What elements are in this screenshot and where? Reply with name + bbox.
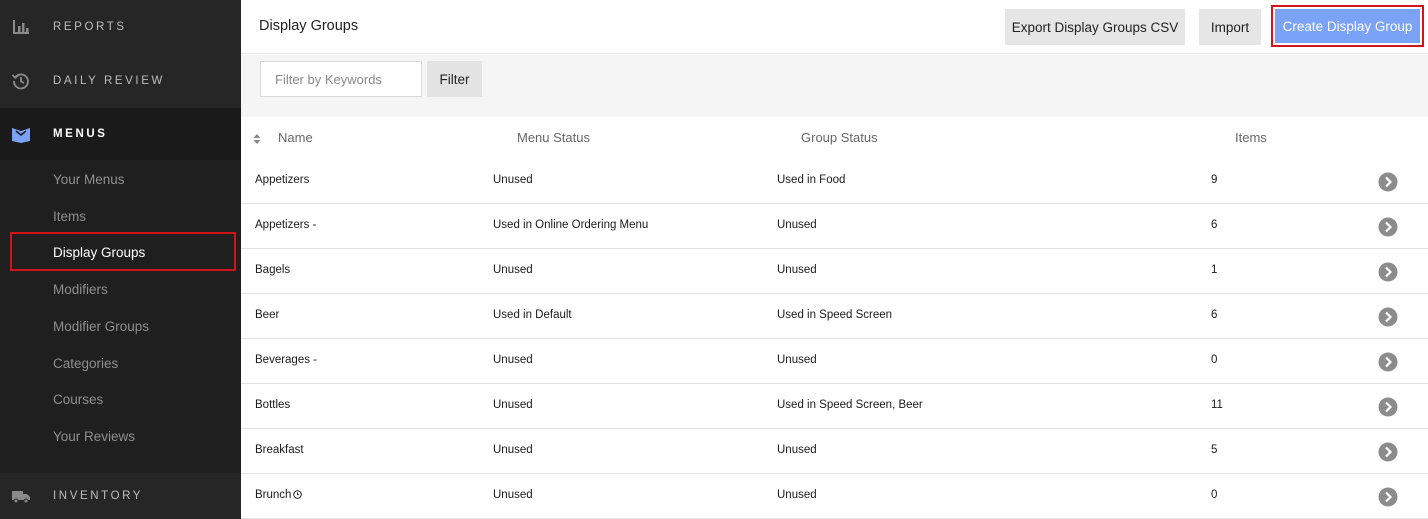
top-bar: Display Groups Export Display Groups CSV… [241, 0, 1428, 54]
row-group-status: Used in Food [777, 174, 846, 186]
row-menu-status: Used in Default [493, 309, 572, 321]
row-menu-status: Unused [493, 264, 533, 276]
table-row[interactable]: Beverages - Unused Unused 0 [241, 339, 1428, 384]
row-menu-status: Used in Online Ordering Menu [493, 219, 649, 231]
sidebar-item-modifiers[interactable]: Modifiers [53, 282, 108, 297]
chevron-right-icon[interactable] [1378, 262, 1398, 282]
nav-inventory[interactable]: INVENTORY [0, 473, 241, 519]
active-item-highlight [10, 232, 236, 271]
table-row[interactable]: Bottles Unused Used in Speed Screen, Bee… [241, 384, 1428, 429]
row-name: Bottles [255, 399, 291, 411]
sidebar-item-your-menus[interactable]: Your Menus [53, 172, 125, 187]
row-items-count: 11 [1211, 399, 1223, 411]
row-menu-status: Unused [493, 489, 533, 501]
row-items-count: 5 [1211, 444, 1218, 456]
sort-icon[interactable] [253, 132, 261, 144]
nav-menus[interactable]: MENUS [0, 108, 241, 160]
table-row[interactable]: Beer Used in Default Used in Speed Scree… [241, 294, 1428, 339]
clock-icon [293, 490, 303, 499]
table-row[interactable]: Appetizers Unused Used in Food 9 [241, 159, 1428, 204]
nav-reports[interactable]: REPORTS [0, 0, 241, 54]
column-header-name[interactable]: Name [278, 130, 313, 145]
row-name: Breakfast [255, 444, 304, 456]
create-button-highlight: Create Display Group [1271, 5, 1424, 47]
table-row[interactable]: Brunch Unused Unused 0 [241, 474, 1428, 519]
filter-button[interactable]: Filter [427, 61, 482, 97]
row-name-wrap: Brunch [255, 489, 303, 501]
nav-reports-label: REPORTS [53, 21, 127, 33]
filter-bar: Filter [241, 55, 1428, 117]
row-items-count: 0 [1211, 354, 1218, 366]
row-menu-status: Unused [493, 399, 533, 411]
row-items-count: 0 [1211, 489, 1218, 501]
row-items-count: 6 [1211, 219, 1218, 231]
export-csv-button[interactable]: Export Display Groups CSV [1005, 9, 1185, 45]
table-header: Name Menu Status Group Status Items [241, 117, 1428, 159]
row-menu-status: Unused [493, 354, 533, 366]
create-display-group-button[interactable]: Create Display Group [1275, 9, 1420, 43]
row-group-status: Unused [777, 264, 817, 276]
chevron-right-icon[interactable] [1378, 352, 1398, 372]
bar-chart-icon [11, 17, 31, 37]
chevron-right-icon[interactable] [1378, 397, 1398, 417]
sidebar-item-modifier-groups[interactable]: Modifier Groups [53, 319, 149, 334]
row-group-status: Unused [777, 444, 817, 456]
chevron-right-icon[interactable] [1378, 217, 1398, 237]
sidebar: REPORTS DAILY REVIEW MENUS Your Menus It… [0, 0, 241, 519]
row-items-count: 6 [1211, 309, 1218, 321]
row-name: Beer [255, 309, 280, 321]
row-name: Bagels [255, 264, 291, 276]
main-content: Display Groups Export Display Groups CSV… [241, 0, 1428, 519]
import-button[interactable]: Import [1199, 9, 1261, 45]
page-title: Display Groups [259, 18, 359, 34]
row-items-count: 1 [1211, 264, 1218, 276]
row-name: Appetizers - [255, 219, 317, 231]
row-group-status: Unused [777, 354, 817, 366]
truck-icon [11, 486, 31, 506]
nav-daily-review[interactable]: DAILY REVIEW [0, 54, 241, 108]
row-name: Appetizers [255, 174, 310, 186]
chevron-right-icon[interactable] [1378, 487, 1398, 507]
chevron-right-icon[interactable] [1378, 307, 1398, 327]
nav-inventory-label: INVENTORY [53, 490, 144, 502]
table-row[interactable]: Bagels Unused Unused 1 [241, 249, 1428, 294]
row-group-status: Unused [777, 219, 817, 231]
column-header-menu-status: Menu Status [517, 130, 590, 145]
row-group-status: Unused [777, 489, 817, 501]
sidebar-item-categories[interactable]: Categories [53, 356, 118, 371]
row-name: Beverages - [255, 354, 318, 366]
row-menu-status: Unused [493, 444, 533, 456]
table-row[interactable]: Breakfast Unused Unused 5 [241, 429, 1428, 474]
history-icon [11, 71, 31, 91]
nav-menus-label: MENUS [53, 128, 108, 140]
nav-daily-review-label: DAILY REVIEW [53, 75, 165, 87]
sidebar-item-items[interactable]: Items [53, 209, 86, 224]
row-group-status: Used in Speed Screen [777, 309, 893, 321]
row-name: Brunch [255, 489, 292, 501]
filter-keywords-input[interactable] [260, 61, 422, 97]
table-row[interactable]: Appetizers - Used in Online Ordering Men… [241, 204, 1428, 249]
sidebar-item-courses[interactable]: Courses [53, 392, 103, 407]
chevron-right-icon[interactable] [1378, 442, 1398, 462]
row-items-count: 9 [1211, 174, 1218, 186]
column-header-group-status: Group Status [801, 130, 878, 145]
column-header-items: Items [1235, 130, 1267, 145]
sidebar-item-your-reviews[interactable]: Your Reviews [53, 429, 135, 444]
chevron-right-icon[interactable] [1378, 172, 1398, 192]
menu-book-icon [11, 124, 31, 144]
row-group-status: Used in Speed Screen, Beer [777, 399, 923, 411]
row-menu-status: Unused [493, 174, 533, 186]
